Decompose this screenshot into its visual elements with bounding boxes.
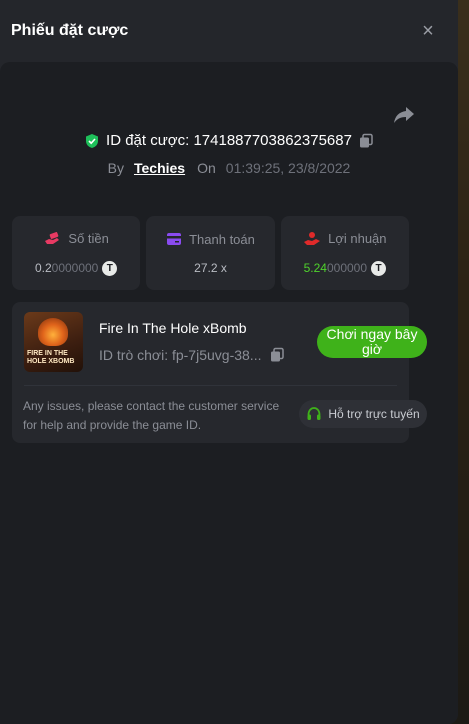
- close-icon: ×: [422, 19, 434, 42]
- stat-amount: Số tiền 0.20000000 T: [12, 216, 141, 290]
- game-id-row: ID trò chơi: fp-7j5uvg-38...: [99, 347, 285, 363]
- stat-amount-value: 0.2: [34, 261, 52, 275]
- play-now-button[interactable]: Chơi ngay bây giờ: [317, 326, 427, 358]
- close-button[interactable]: ×: [418, 19, 438, 42]
- online-support-button[interactable]: Hỗ trợ trực tuyến: [299, 400, 427, 428]
- bet-owner-row: By Techies On 01:39:25, 23/8/2022: [0, 160, 458, 176]
- on-label: On: [197, 160, 216, 176]
- bet-detail-panel: ID đặt cược: 1741887703862375687 By Tech…: [0, 62, 458, 724]
- tether-coin-icon: T: [102, 260, 118, 276]
- stat-payout-label: Thanh toán: [189, 231, 255, 247]
- modal-header: Phiếu đặt cược ×: [0, 0, 458, 62]
- by-label: By: [107, 160, 124, 176]
- stat-profit: Lợi nhuận 5.24000000 T: [280, 216, 409, 290]
- stat-payout-value: 27.2 x: [194, 260, 227, 275]
- share-icon: [394, 107, 414, 123]
- bet-id-row: ID đặt cược: 1741887703862375687: [0, 132, 458, 149]
- card-icon: [166, 232, 182, 246]
- copy-icon: [271, 347, 285, 362]
- game-title: Fire In The Hole xBomb: [99, 320, 247, 336]
- tether-coin-icon: T: [371, 260, 387, 276]
- game-card: FIRE IN THE HOLE XBOMB Fire In The Hole …: [12, 302, 427, 443]
- game-id: ID trò chơi: fp-7j5uvg-38...: [99, 347, 262, 363]
- game-thumbnail[interactable]: FIRE IN THE HOLE XBOMB: [24, 312, 83, 372]
- bet-id: ID đặt cược: 1741887703862375687: [106, 132, 352, 149]
- profit-hand-icon: [303, 231, 321, 247]
- online-support-label: Hỗ trợ trực tuyến: [328, 407, 420, 421]
- copy-icon: [359, 133, 373, 147]
- bet-timestamp: 01:39:25, 23/8/2022: [225, 160, 351, 176]
- stat-profit-value-trailing: 000000: [326, 261, 368, 275]
- money-hand-icon: [43, 231, 61, 247]
- copy-bet-id-button[interactable]: [358, 133, 374, 149]
- bet-stats: Số tiền 0.20000000 T Thanh toán 27.2 x L…: [12, 216, 409, 290]
- game-thumbnail-logo: FIRE IN THE HOLE XBOMB: [27, 350, 75, 365]
- modal-title: Phiếu đặt cược: [11, 22, 129, 39]
- bet-slip-modal: Phiếu đặt cược × ID đặt cược: 1741887703…: [0, 0, 458, 724]
- stat-amount-value-trailing: 0000000: [51, 261, 99, 275]
- help-text: Any issues, please contact the customer …: [23, 399, 280, 432]
- stat-payout: Thanh toán 27.2 x: [146, 216, 275, 290]
- share-button[interactable]: [392, 102, 416, 126]
- username-link[interactable]: Techies: [134, 160, 185, 176]
- stat-profit-label: Lợi nhuận: [328, 231, 387, 246]
- stat-amount-label: Số tiền: [68, 231, 109, 246]
- headset-icon: [306, 406, 322, 422]
- game-art-icon: [38, 318, 68, 346]
- copy-game-id-button[interactable]: [269, 347, 285, 363]
- divider: [24, 385, 397, 386]
- verified-shield-icon: [84, 133, 100, 149]
- stat-profit-value: 5.24: [303, 261, 327, 275]
